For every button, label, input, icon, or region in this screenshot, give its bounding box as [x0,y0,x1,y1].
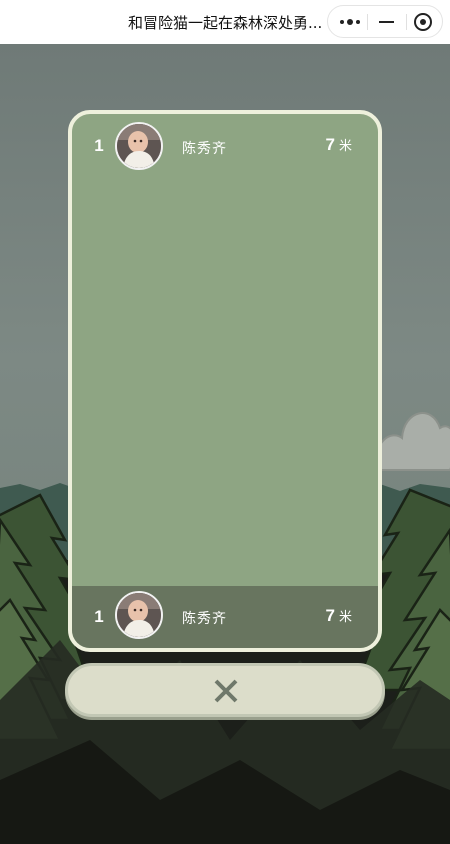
leaderboard-row: 1 陈秀齐 7米 [72,114,378,176]
distance-unit: 米 [338,610,352,625]
distance: 7米 [326,606,352,626]
cloud [375,412,450,471]
mini-program-navbar: 和冒险猫一起在森林深处勇... [0,0,450,44]
distance-value: 7 [325,135,335,154]
player-name: 陈秀齐 [182,611,227,627]
distance-unit: 米 [338,139,352,154]
my-rank-row: 1 陈秀齐 7米 [72,586,378,648]
close-button[interactable] [65,663,385,717]
distance-value: 7 [325,606,335,625]
divider [367,14,368,30]
avatar [115,591,163,639]
avatar [115,122,163,170]
distance: 7米 [326,135,352,155]
close-x-icon [214,679,238,703]
page-title: 和冒险猫一起在森林深处勇... [128,14,323,32]
leaderboard-panel: 1 陈秀齐 7米 1 陈秀齐 7 米 [68,110,382,652]
more-dots-icon[interactable] [340,14,360,30]
divider [406,14,407,30]
avatar-photo-icon [117,124,161,168]
rank-number: 1 [94,607,104,626]
target-close-icon[interactable] [414,13,432,31]
avatar-photo-icon [117,593,161,637]
rank-number: 1 [94,136,104,155]
game-screen: 和冒险猫一起在森林深处勇... 1 陈秀齐 7 米 1 陈秀齐 7 米 [0,0,450,844]
minimize-icon[interactable] [379,21,394,23]
capsule-menu [327,5,443,38]
player-name: 陈秀齐 [182,141,227,157]
